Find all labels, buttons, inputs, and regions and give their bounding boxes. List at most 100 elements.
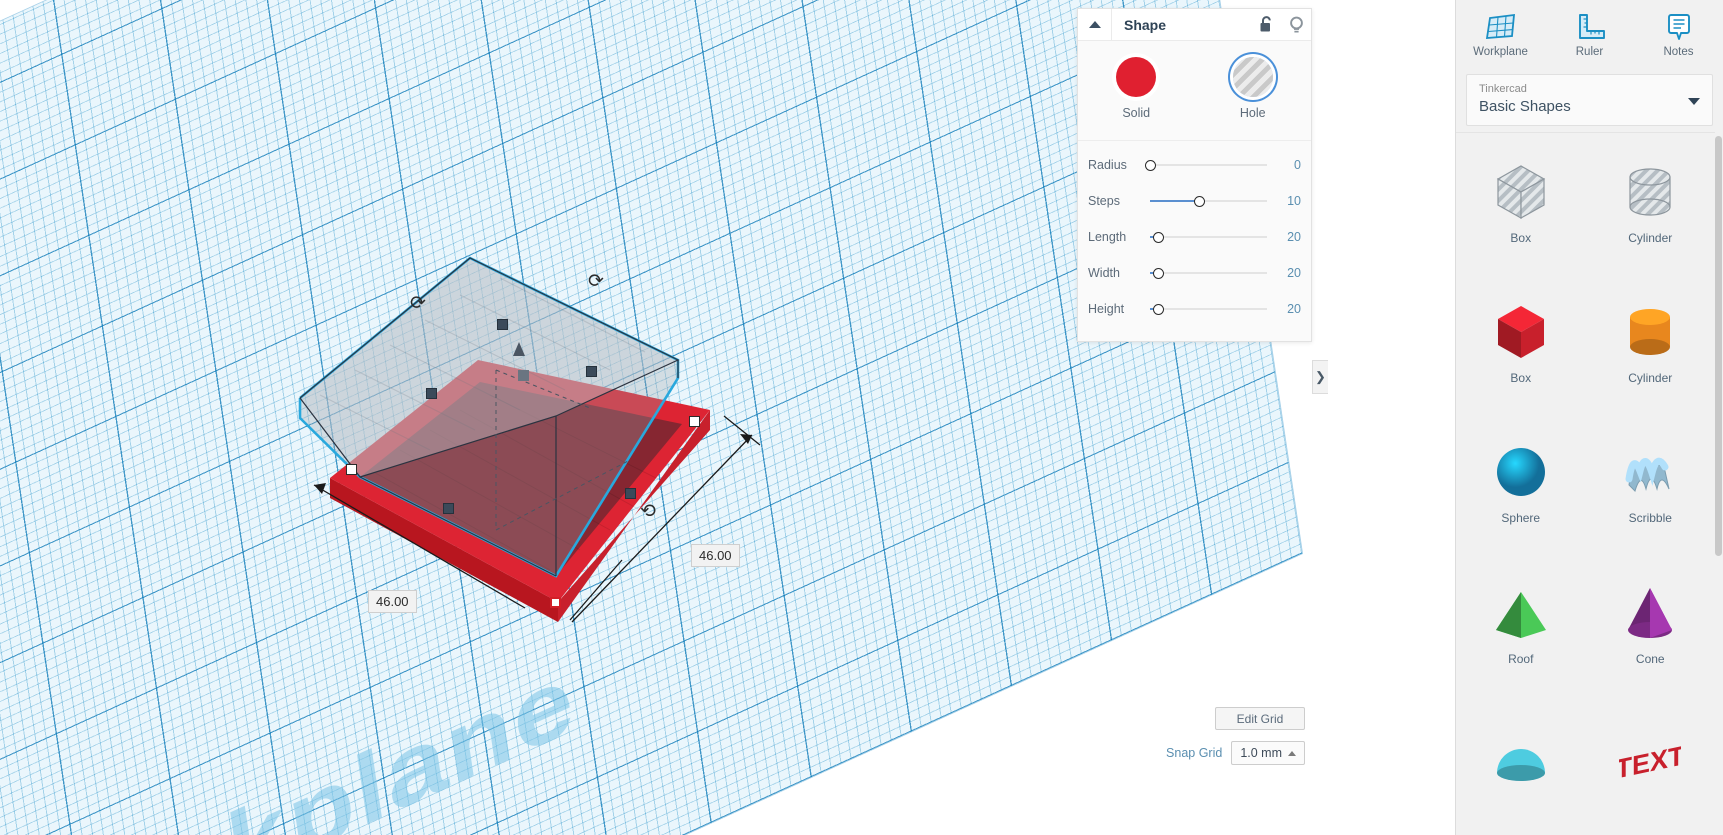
lock-button[interactable] (1251, 9, 1281, 41)
tool-workplane[interactable]: Workplane (1456, 0, 1545, 66)
panel-title: Shape (1124, 16, 1167, 33)
edge-handle-front-left[interactable] (443, 503, 454, 514)
slider-row-radius: Radius 0 (1078, 147, 1311, 183)
scale-handle-left[interactable] (346, 464, 357, 475)
slider-label-length: Length (1088, 230, 1127, 244)
hole-mode-option[interactable]: Hole (1195, 57, 1312, 120)
slider-track-line (1150, 308, 1267, 310)
sidebar-toolbar: Workplane Ruler Notes (1456, 0, 1723, 66)
length-dimension-label[interactable]: 46.00 (368, 590, 417, 613)
shape-item-label: Scribble (1628, 511, 1672, 526)
shape-library-dropdown[interactable]: Tinkercad Basic Shapes (1466, 74, 1713, 126)
shape-item-label: Cone (1635, 651, 1665, 666)
caret-down-icon (1688, 98, 1700, 105)
shape-item-cylinder-3[interactable]: Cylinder (1586, 273, 1716, 412)
slider-knob-height[interactable] (1153, 303, 1165, 315)
shape-item-roof-6[interactable]: Roof (1456, 554, 1586, 693)
solid-hole-toggle: Solid Hole (1078, 41, 1311, 130)
shape-item-cone-7[interactable]: Cone (1586, 554, 1716, 693)
shape-item-cylinder-1[interactable]: Cylinder (1586, 133, 1716, 272)
tool-ruler[interactable]: Ruler (1545, 0, 1634, 66)
shape-item-dome-8[interactable] (1456, 695, 1586, 834)
ruler-icon (1578, 14, 1605, 39)
selected-object[interactable]: ⟳ ⟳ ⟲ (298, 230, 780, 650)
slider-track-line (1150, 164, 1267, 166)
slider-row-width: Width 20 (1078, 255, 1311, 291)
shape-item-label: Roof (1508, 651, 1534, 666)
hole-hatched-swatch[interactable] (1232, 57, 1273, 97)
scribble-icon (1619, 441, 1681, 503)
scale-handle-right[interactable] (689, 416, 700, 427)
shape-item-label: Cylinder (1628, 370, 1673, 385)
slider-knob-steps[interactable] (1194, 195, 1206, 207)
edge-handle-front-right[interactable] (625, 488, 636, 499)
box-solid-icon (1490, 301, 1552, 363)
shape-item-scribble-5[interactable]: Scribble (1586, 414, 1716, 553)
edge-handle-top-left[interactable] (426, 388, 437, 399)
rotate-handle-right[interactable]: ⟲ (640, 502, 656, 521)
edit-grid-button[interactable]: Edit Grid (1215, 707, 1305, 730)
halfsphere-icon (1490, 729, 1552, 791)
slider-value-steps: 10 (1287, 194, 1301, 208)
shape-item-label: Cylinder (1628, 230, 1673, 245)
shape-item-box-0[interactable]: Box (1456, 133, 1586, 272)
caret-up-icon (1288, 750, 1296, 756)
expand-panel-chevron[interactable]: ❯ (1312, 360, 1328, 394)
slider-label-steps: Steps (1088, 194, 1120, 208)
slider-track-width[interactable] (1150, 266, 1267, 280)
slider-knob-radius[interactable] (1145, 159, 1156, 171)
slider-track-height[interactable] (1150, 302, 1267, 316)
rotate-handle-left[interactable]: ⟳ (410, 294, 426, 313)
slider-track-line (1150, 236, 1267, 238)
tool-workplane-label: Workplane (1473, 46, 1528, 58)
slider-value-height: 20 (1287, 302, 1301, 316)
gallery-scrollbar-thumb[interactable] (1715, 136, 1722, 556)
cylinder-hole-icon (1619, 161, 1681, 223)
shape-inspector-panel: Shape Solid Hole Radius 0 Steps 10 Lengt… (1077, 8, 1312, 342)
box-with-hole-geometry[interactable] (298, 230, 780, 650)
unlocked-padlock-icon (1260, 16, 1271, 32)
edge-handle-top-right[interactable] (586, 366, 597, 377)
slider-label-radius: Radius (1088, 158, 1127, 172)
solid-mode-option[interactable]: Solid (1078, 57, 1195, 120)
rotate-handle-top[interactable]: ⟳ (588, 272, 604, 291)
tool-ruler-label: Ruler (1575, 46, 1604, 58)
roof-icon (1490, 582, 1552, 644)
slider-label-width: Width (1088, 266, 1120, 280)
slider-track-fill (1150, 200, 1200, 202)
collapse-panel-button[interactable] (1078, 8, 1112, 41)
lightbulb-icon (1289, 16, 1303, 32)
slider-label-height: Height (1088, 302, 1125, 316)
slider-row-steps: Steps 10 (1078, 183, 1311, 219)
snap-grid-select[interactable]: 1.0 mm (1231, 741, 1305, 765)
shape-parameter-sliders: Radius 0 Steps 10 Length 20 Width 20 Height 20 (1078, 140, 1311, 341)
solid-color-swatch[interactable] (1116, 57, 1157, 97)
shape-item-box-2[interactable]: Box (1456, 273, 1586, 412)
shape-item-label: Sphere (1501, 511, 1541, 526)
slider-track-length[interactable] (1150, 230, 1267, 244)
cylinder-solid-icon (1619, 301, 1681, 363)
right-sidebar: Workplane Ruler Notes Tinkercad Basic Sh… (1455, 0, 1723, 835)
slider-knob-length[interactable] (1153, 231, 1165, 243)
hole-mode-label: Hole (1239, 106, 1266, 120)
tool-notes-label: Notes (1663, 46, 1694, 58)
slider-value-length: 20 (1287, 230, 1301, 244)
shape-item-text-9[interactable]: TEXT (1586, 695, 1716, 834)
light-toggle-button[interactable] (1281, 9, 1311, 41)
dropdown-selected-value: Basic Shapes (1479, 98, 1571, 115)
slider-row-height: Height 20 (1078, 291, 1311, 327)
slider-row-length: Length 20 (1078, 219, 1311, 255)
slider-track-line (1150, 272, 1267, 274)
scale-handle-corner-active[interactable] (550, 597, 561, 608)
box-hole-icon (1490, 161, 1552, 223)
slider-value-radius: 0 (1294, 158, 1301, 172)
slider-track-radius[interactable] (1145, 158, 1267, 172)
tool-notes[interactable]: Notes (1634, 0, 1723, 66)
slider-track-steps[interactable] (1150, 194, 1267, 208)
snap-grid-control: Snap Grid 1.0 mm (1166, 741, 1305, 765)
notes-bubble-icon (1667, 14, 1690, 40)
height-handle[interactable] (497, 319, 508, 330)
shape-item-sphere-4[interactable]: Sphere (1456, 414, 1586, 553)
slider-knob-width[interactable] (1153, 267, 1165, 279)
width-dimension-label[interactable]: 46.00 (691, 544, 740, 567)
